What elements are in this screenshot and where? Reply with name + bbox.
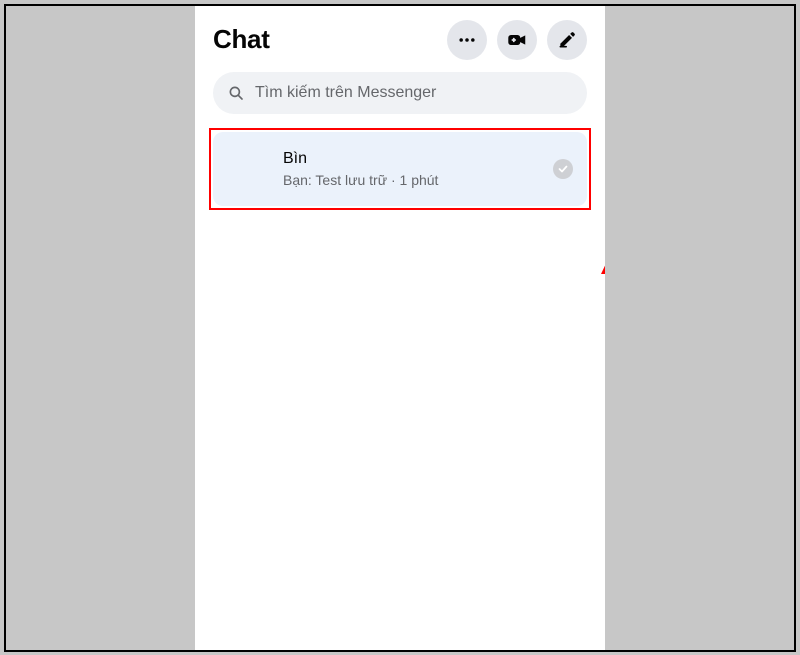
conversation-preview: Bạn: Test lưu trữ · 1 phút [283,172,553,188]
more-options-button[interactable] [447,20,487,60]
search-icon [227,84,245,102]
conversation-text: Bìn Bạn: Test lưu trữ · 1 phút [283,150,553,188]
search-container: Tìm kiếm trên Messenger [195,72,605,114]
more-dots-icon [457,30,477,50]
compose-button[interactable] [547,20,587,60]
sent-indicator [553,159,573,179]
page-title: Chat [213,24,270,55]
arrow-annotation-icon [598,234,605,374]
messenger-panel: Chat Tìm kiếm trên Messenger [195,6,605,650]
video-call-button[interactable] [497,20,537,60]
video-camera-plus-icon [506,29,528,51]
check-icon [557,163,569,175]
conversation-name: Bìn [283,150,553,168]
conversation-item[interactable]: Bìn Bạn: Test lưu trữ · 1 phút [213,132,587,206]
header: Chat [195,14,605,72]
search-input[interactable]: Tìm kiếm trên Messenger [213,72,587,114]
compose-icon [557,30,577,50]
search-placeholder: Tìm kiếm trên Messenger [255,84,436,102]
highlight-annotation: Bìn Bạn: Test lưu trữ · 1 phút [209,128,591,210]
outer-frame: Chat Tìm kiếm trên Messenger [4,4,796,652]
header-actions [447,20,587,60]
